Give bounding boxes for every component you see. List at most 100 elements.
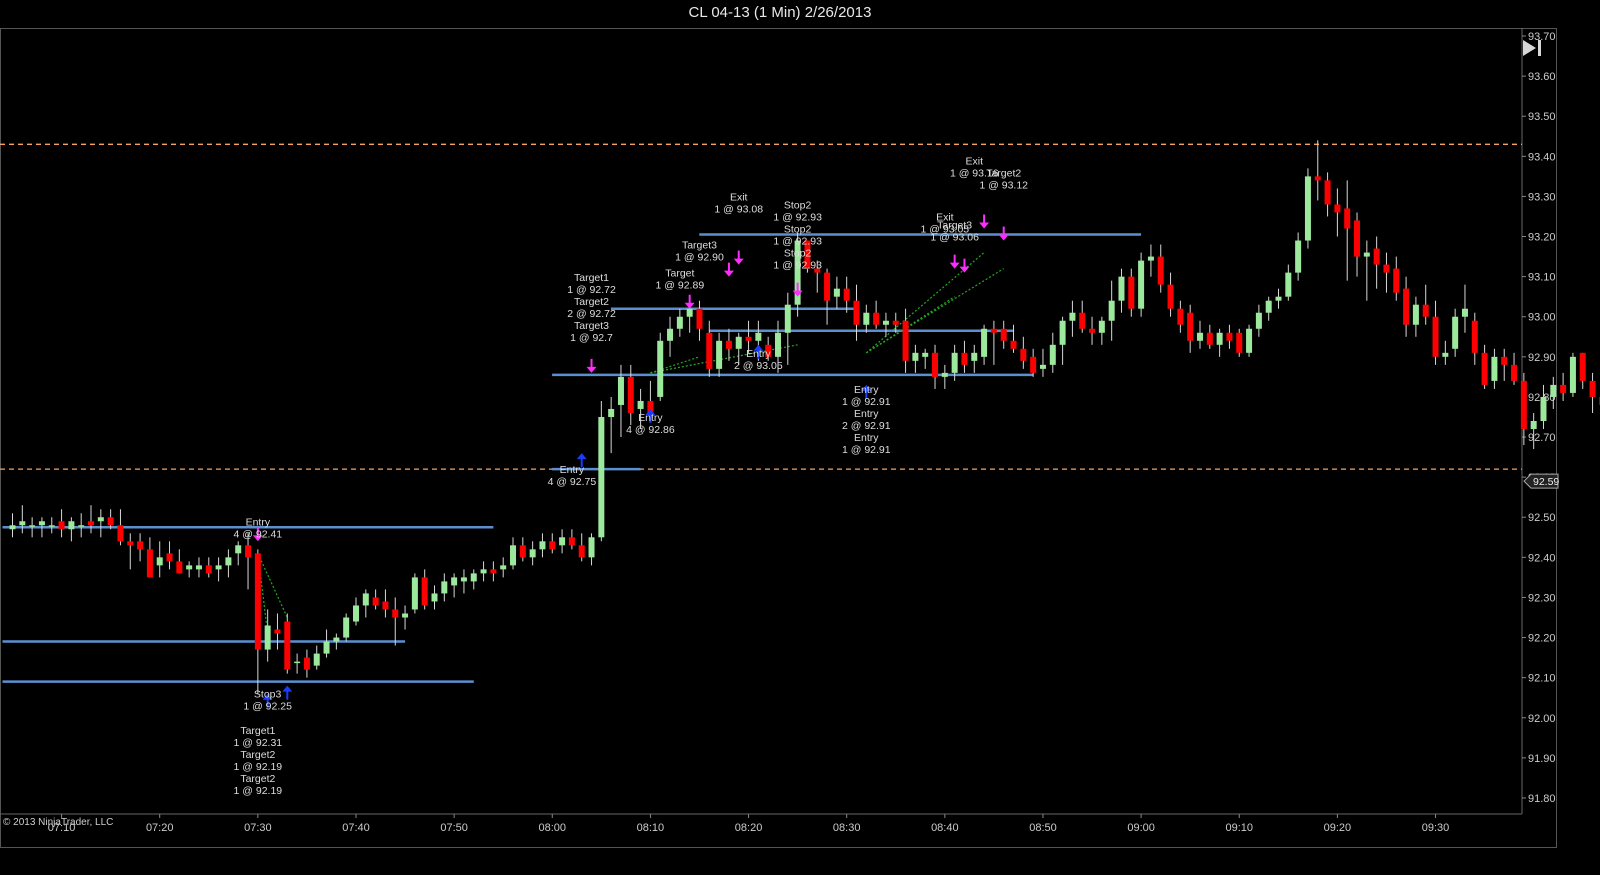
candle-body xyxy=(137,541,144,550)
candle-body xyxy=(1177,308,1184,325)
execution-label: 1 @ 92.91 xyxy=(842,396,891,408)
candle-body xyxy=(274,629,281,634)
candle-body xyxy=(608,408,615,417)
candle-body xyxy=(1461,308,1468,317)
trade-link-line xyxy=(865,296,955,354)
candle xyxy=(1589,372,1596,413)
candle xyxy=(1089,316,1096,345)
candle-body xyxy=(500,565,507,570)
execution-label: 1 @ 92.89 xyxy=(656,280,705,292)
candle-body xyxy=(68,521,75,530)
candle-body xyxy=(9,525,16,530)
candle-body xyxy=(19,521,26,526)
candle xyxy=(372,589,379,610)
execution-label: 1 @ 92.7 xyxy=(570,332,613,344)
candle xyxy=(127,533,134,570)
execution-label: 4 @ 92.75 xyxy=(548,476,597,488)
candle-body xyxy=(667,328,674,341)
candle-body xyxy=(1196,332,1203,341)
candle-body xyxy=(598,416,605,538)
candle-body xyxy=(735,336,742,349)
candle xyxy=(362,589,369,618)
candle xyxy=(480,561,487,582)
candle-body xyxy=(1412,304,1419,325)
execution-label: 1 @ 92.31 xyxy=(234,737,283,749)
candle xyxy=(323,629,330,658)
candle-body xyxy=(824,272,831,301)
candle-body xyxy=(1354,220,1361,257)
y-tick-label: 92.40 xyxy=(1528,552,1556,564)
execution-label: 1 @ 93.08 xyxy=(714,204,763,216)
candle xyxy=(186,561,193,578)
sell-execution-arrow xyxy=(733,250,744,265)
y-tick-label: 93.40 xyxy=(1528,151,1556,163)
candle xyxy=(205,557,212,578)
candle-body xyxy=(78,525,85,527)
candle-body xyxy=(912,352,919,361)
y-tick-label: 93.20 xyxy=(1528,232,1556,244)
candle xyxy=(1550,376,1557,409)
candle-body xyxy=(254,553,261,650)
candle-body xyxy=(725,340,732,349)
candle xyxy=(833,276,840,309)
candle xyxy=(1579,352,1586,389)
candle xyxy=(1560,372,1567,401)
candle xyxy=(1383,252,1390,293)
candle xyxy=(58,509,65,538)
x-tick-label: 08:30 xyxy=(833,822,861,834)
candle-body xyxy=(686,308,693,317)
y-tick-label: 92.20 xyxy=(1528,633,1556,645)
candle xyxy=(657,332,664,401)
candle xyxy=(1373,236,1380,289)
candle xyxy=(863,304,870,333)
candle xyxy=(9,513,16,538)
candle xyxy=(1481,344,1488,389)
candle-body xyxy=(637,400,644,409)
candle-body xyxy=(382,601,389,610)
candle xyxy=(294,653,301,674)
candle-body xyxy=(676,316,683,329)
candle-body xyxy=(1344,208,1351,229)
y-tick-label: 92.10 xyxy=(1528,673,1556,685)
candle xyxy=(676,308,683,337)
candle-body xyxy=(1079,312,1086,329)
candle-body xyxy=(1138,260,1145,309)
candle xyxy=(1569,352,1576,397)
candle-body xyxy=(990,328,997,333)
candle-body xyxy=(961,352,968,365)
candle xyxy=(1412,296,1419,337)
candle-body xyxy=(932,352,939,377)
candle-body xyxy=(706,332,713,369)
candle xyxy=(1098,316,1105,345)
sell-execution-arrow xyxy=(723,262,734,277)
execution-label: Stop2 xyxy=(784,224,812,236)
sell-arrow-head xyxy=(586,366,597,373)
candle xyxy=(19,505,26,534)
candlestick-chart[interactable]: 91.80 91.90 92.00 92.10 92.20 92.30 92.40 92.50… xyxy=(0,0,1600,875)
candle xyxy=(1196,320,1203,349)
candle xyxy=(431,585,438,610)
candle xyxy=(1314,140,1321,201)
candle-body xyxy=(235,545,242,554)
candle xyxy=(539,533,546,558)
scroll-to-end-button[interactable] xyxy=(1520,36,1546,60)
buy-execution-arrow xyxy=(282,685,293,700)
sell-arrow-head xyxy=(723,270,734,277)
candle-body xyxy=(1236,332,1243,353)
candle xyxy=(156,541,163,578)
candle-body xyxy=(392,609,399,618)
candle xyxy=(88,505,95,534)
execution-label: 1 @ 92.90 xyxy=(675,252,724,264)
candle xyxy=(1167,272,1174,317)
candle xyxy=(853,284,860,341)
candle xyxy=(1157,244,1164,293)
sell-arrow-head xyxy=(949,262,960,269)
candle xyxy=(519,537,526,562)
sell-execution-arrow xyxy=(684,294,695,309)
x-tick-label: 07:20 xyxy=(146,822,174,834)
candle xyxy=(1216,328,1223,357)
copyright-notice: © 2013 NinjaTrader, LLC xyxy=(3,817,114,828)
execution-label: 4 @ 92.86 xyxy=(626,424,675,436)
candle-body xyxy=(117,525,124,542)
candle-body xyxy=(323,641,330,654)
